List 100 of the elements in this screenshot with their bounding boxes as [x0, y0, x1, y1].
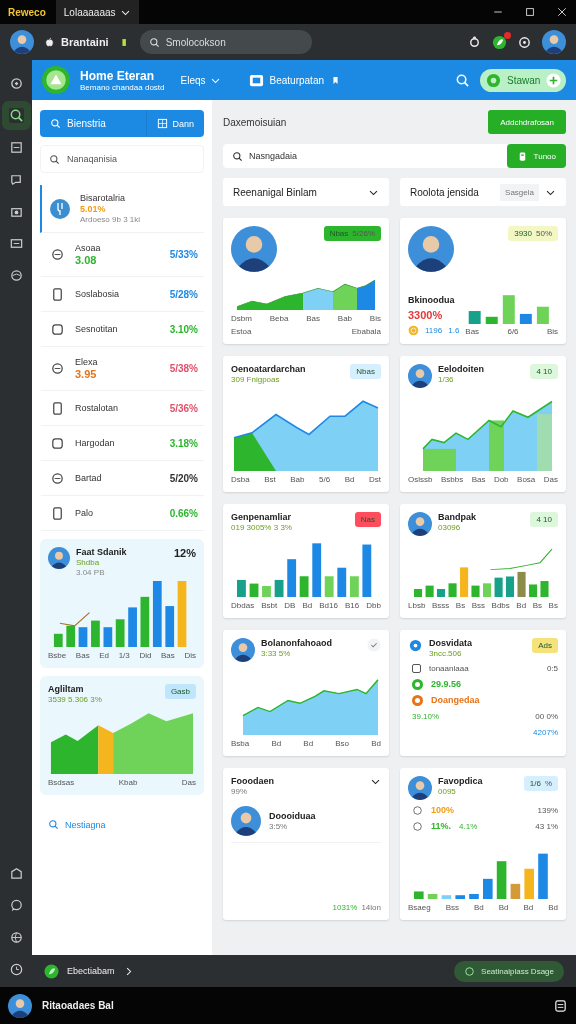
list-item[interactable]: Asoaa 3.08 5/33% — [40, 233, 204, 277]
card-subtitle: 309 Fnigpoas — [231, 375, 281, 384]
axis-label: Bis — [546, 327, 558, 336]
list-item[interactable]: Rostalotan 5/36% — [40, 391, 204, 426]
search-icon[interactable] — [455, 72, 470, 88]
axis-label: Kbab — [118, 778, 138, 787]
axis-label: Bso — [335, 739, 350, 748]
list-item[interactable]: Hargodan 3.18% — [40, 426, 204, 461]
item-name: Soslabosia — [75, 289, 120, 299]
card-title: Bkinoodua — [408, 295, 456, 305]
search-icon[interactable] — [8, 108, 24, 123]
header-link[interactable]: Beaturpatan — [248, 72, 342, 88]
axis-label: Bd — [523, 903, 534, 912]
card-title: Dosvidata — [429, 638, 472, 648]
chat-icon[interactable] — [8, 898, 24, 913]
apple-icon — [44, 36, 55, 48]
item-name: Palo — [75, 508, 93, 518]
list-item[interactable]: Palo 0.66% — [40, 496, 204, 531]
stat-text: 139% — [537, 805, 558, 815]
stat-text: 39.10% — [412, 711, 440, 721]
list-item[interactable]: Soslabosia 5/28% — [40, 277, 204, 312]
row-value: 0:5 — [546, 663, 558, 673]
close-icon[interactable] — [556, 6, 568, 18]
card-subtitle: 3ncc.506 — [429, 649, 463, 658]
item-icon — [50, 505, 65, 521]
axis-label: Bas — [161, 651, 175, 660]
axis-label: Bd — [473, 903, 484, 912]
chat-icon[interactable] — [8, 172, 24, 187]
grid-button[interactable]: Dann — [146, 110, 204, 137]
fork-icon — [50, 198, 70, 219]
axis-label: Bas — [75, 651, 90, 660]
axis-label: Bss — [471, 601, 486, 610]
primary-button[interactable]: Bienstria — [40, 110, 147, 137]
search-field[interactable]: Smolocokson — [139, 30, 312, 54]
check-icon[interactable] — [367, 638, 381, 652]
app-title: Home Eteran — [80, 68, 156, 83]
list-item[interactable]: Bartad 5/20% — [40, 461, 204, 496]
axis-label: Bosa — [517, 475, 536, 484]
card-badge: 3930 50% — [508, 226, 558, 241]
logo-icon — [42, 66, 70, 94]
monitor-icon[interactable] — [8, 236, 24, 251]
status-label: Ebectiabam — [67, 966, 115, 976]
axis-label: Bab — [290, 475, 305, 484]
card-badge: Nbas 5/26% — [323, 226, 381, 241]
axis-label: Bd — [271, 739, 282, 748]
axis-label: 6/6 — [507, 327, 519, 336]
leaf-icon[interactable] — [492, 34, 507, 50]
stat-text: 4.1% — [459, 821, 478, 831]
avatar — [542, 30, 566, 54]
axis-label: Bd — [498, 903, 509, 912]
item-percent: 5/28% — [169, 288, 198, 300]
list-item[interactable]: Sesnotitan 3.10% — [40, 312, 204, 347]
checkbox[interactable] — [412, 663, 421, 673]
search-icon — [232, 150, 243, 162]
action-button[interactable]: Stawan — [480, 68, 566, 92]
item-icon — [50, 321, 65, 337]
item-name: Bisarotalria — [80, 193, 127, 203]
user-name: Brantaini — [61, 36, 109, 48]
axis-label: Bs — [548, 601, 558, 610]
row-text: 29.9.56 — [431, 679, 462, 689]
legend-label: Ebabala — [351, 327, 381, 336]
list-item[interactable]: Bisarotalria 5.01% Ardoeso 9b 3 1ki — [40, 185, 204, 233]
column-dropdown[interactable]: Reenanigal Binlam — [223, 178, 389, 206]
item-percent: 3.10% — [169, 323, 198, 335]
axis-label: Bst — [264, 475, 276, 484]
link[interactable]: Nestiagna — [40, 819, 204, 830]
axis-label: Bsba — [231, 739, 250, 748]
axis-label: 5/6 — [319, 475, 331, 484]
clipboard-icon[interactable] — [553, 998, 568, 1013]
axis-label: Das — [543, 475, 558, 484]
building-icon[interactable] — [8, 866, 24, 881]
user-name: Ritaoadaes Bal — [42, 1000, 114, 1011]
stat-text: 11%. — [431, 821, 452, 831]
list-item[interactable]: Elexa 3.95 5/38% — [40, 347, 204, 391]
page-title: Daxemoisuian — [223, 116, 287, 128]
item-name: Sesnotitan — [75, 324, 118, 334]
axis-label: Bdbs — [491, 601, 510, 610]
legend-label: Estoa — [231, 327, 252, 336]
axis-label: Bsdsas — [48, 778, 75, 787]
item-name: Bartad — [75, 473, 102, 483]
card-title: Faat Sdanik — [76, 547, 127, 557]
menu-dropdown[interactable]: Eleqs — [180, 74, 221, 86]
axis-label: Bsbbs — [440, 475, 464, 484]
window-tab[interactable]: Lolaaaaaas — [55, 0, 139, 24]
card-title: Favopdica — [438, 776, 483, 786]
item-percent: 0.66% — [169, 507, 198, 519]
dot-icon — [408, 638, 423, 653]
card-subtitle: 0095 — [438, 787, 457, 796]
column-dropdown[interactable]: Roolota jensida Sasgela — [400, 178, 566, 206]
card-title: Genpenamliar — [231, 512, 292, 522]
search-field[interactable]: Nasngadaia — [223, 144, 507, 168]
search-field[interactable]: Nanaqanisia — [40, 145, 204, 173]
maximize-icon[interactable] — [524, 6, 536, 18]
person-note: 3:5% — [269, 822, 289, 831]
status-button[interactable]: Seatinaiplass Dsage — [454, 960, 564, 982]
plus-icon — [546, 72, 562, 88]
avatar — [10, 30, 34, 54]
card-subtitle: 03096 — [438, 523, 462, 532]
item-value: 3.08 — [75, 254, 98, 266]
axis-label: Oslssb — [408, 475, 433, 484]
